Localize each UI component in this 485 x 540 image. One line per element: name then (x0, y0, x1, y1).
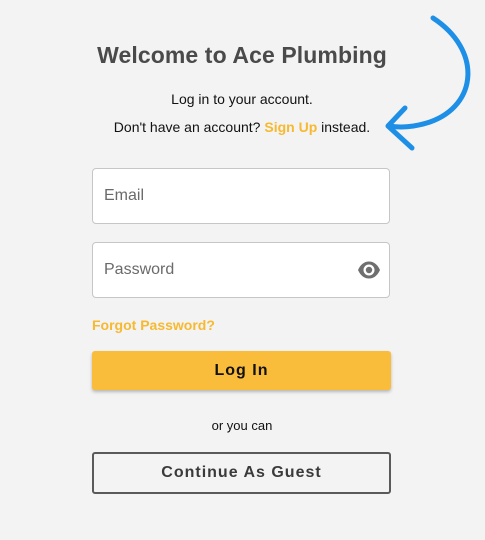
divider-text: or you can (211, 418, 273, 433)
curved-arrow-icon (385, 15, 471, 151)
password-input[interactable] (93, 243, 344, 297)
continue-as-guest-button[interactable]: Continue As Guest (92, 452, 391, 494)
forgot-password-link[interactable]: Forgot Password? (92, 317, 215, 333)
signup-suffix: instead. (321, 119, 371, 135)
email-field[interactable] (92, 168, 390, 224)
login-button[interactable]: Log In (92, 351, 391, 390)
signup-link[interactable]: Sign Up (264, 119, 317, 135)
eye-icon[interactable] (357, 260, 381, 280)
password-field[interactable] (92, 242, 390, 298)
email-input[interactable] (93, 169, 344, 223)
signup-prefix: Don't have an account? (113, 119, 261, 135)
